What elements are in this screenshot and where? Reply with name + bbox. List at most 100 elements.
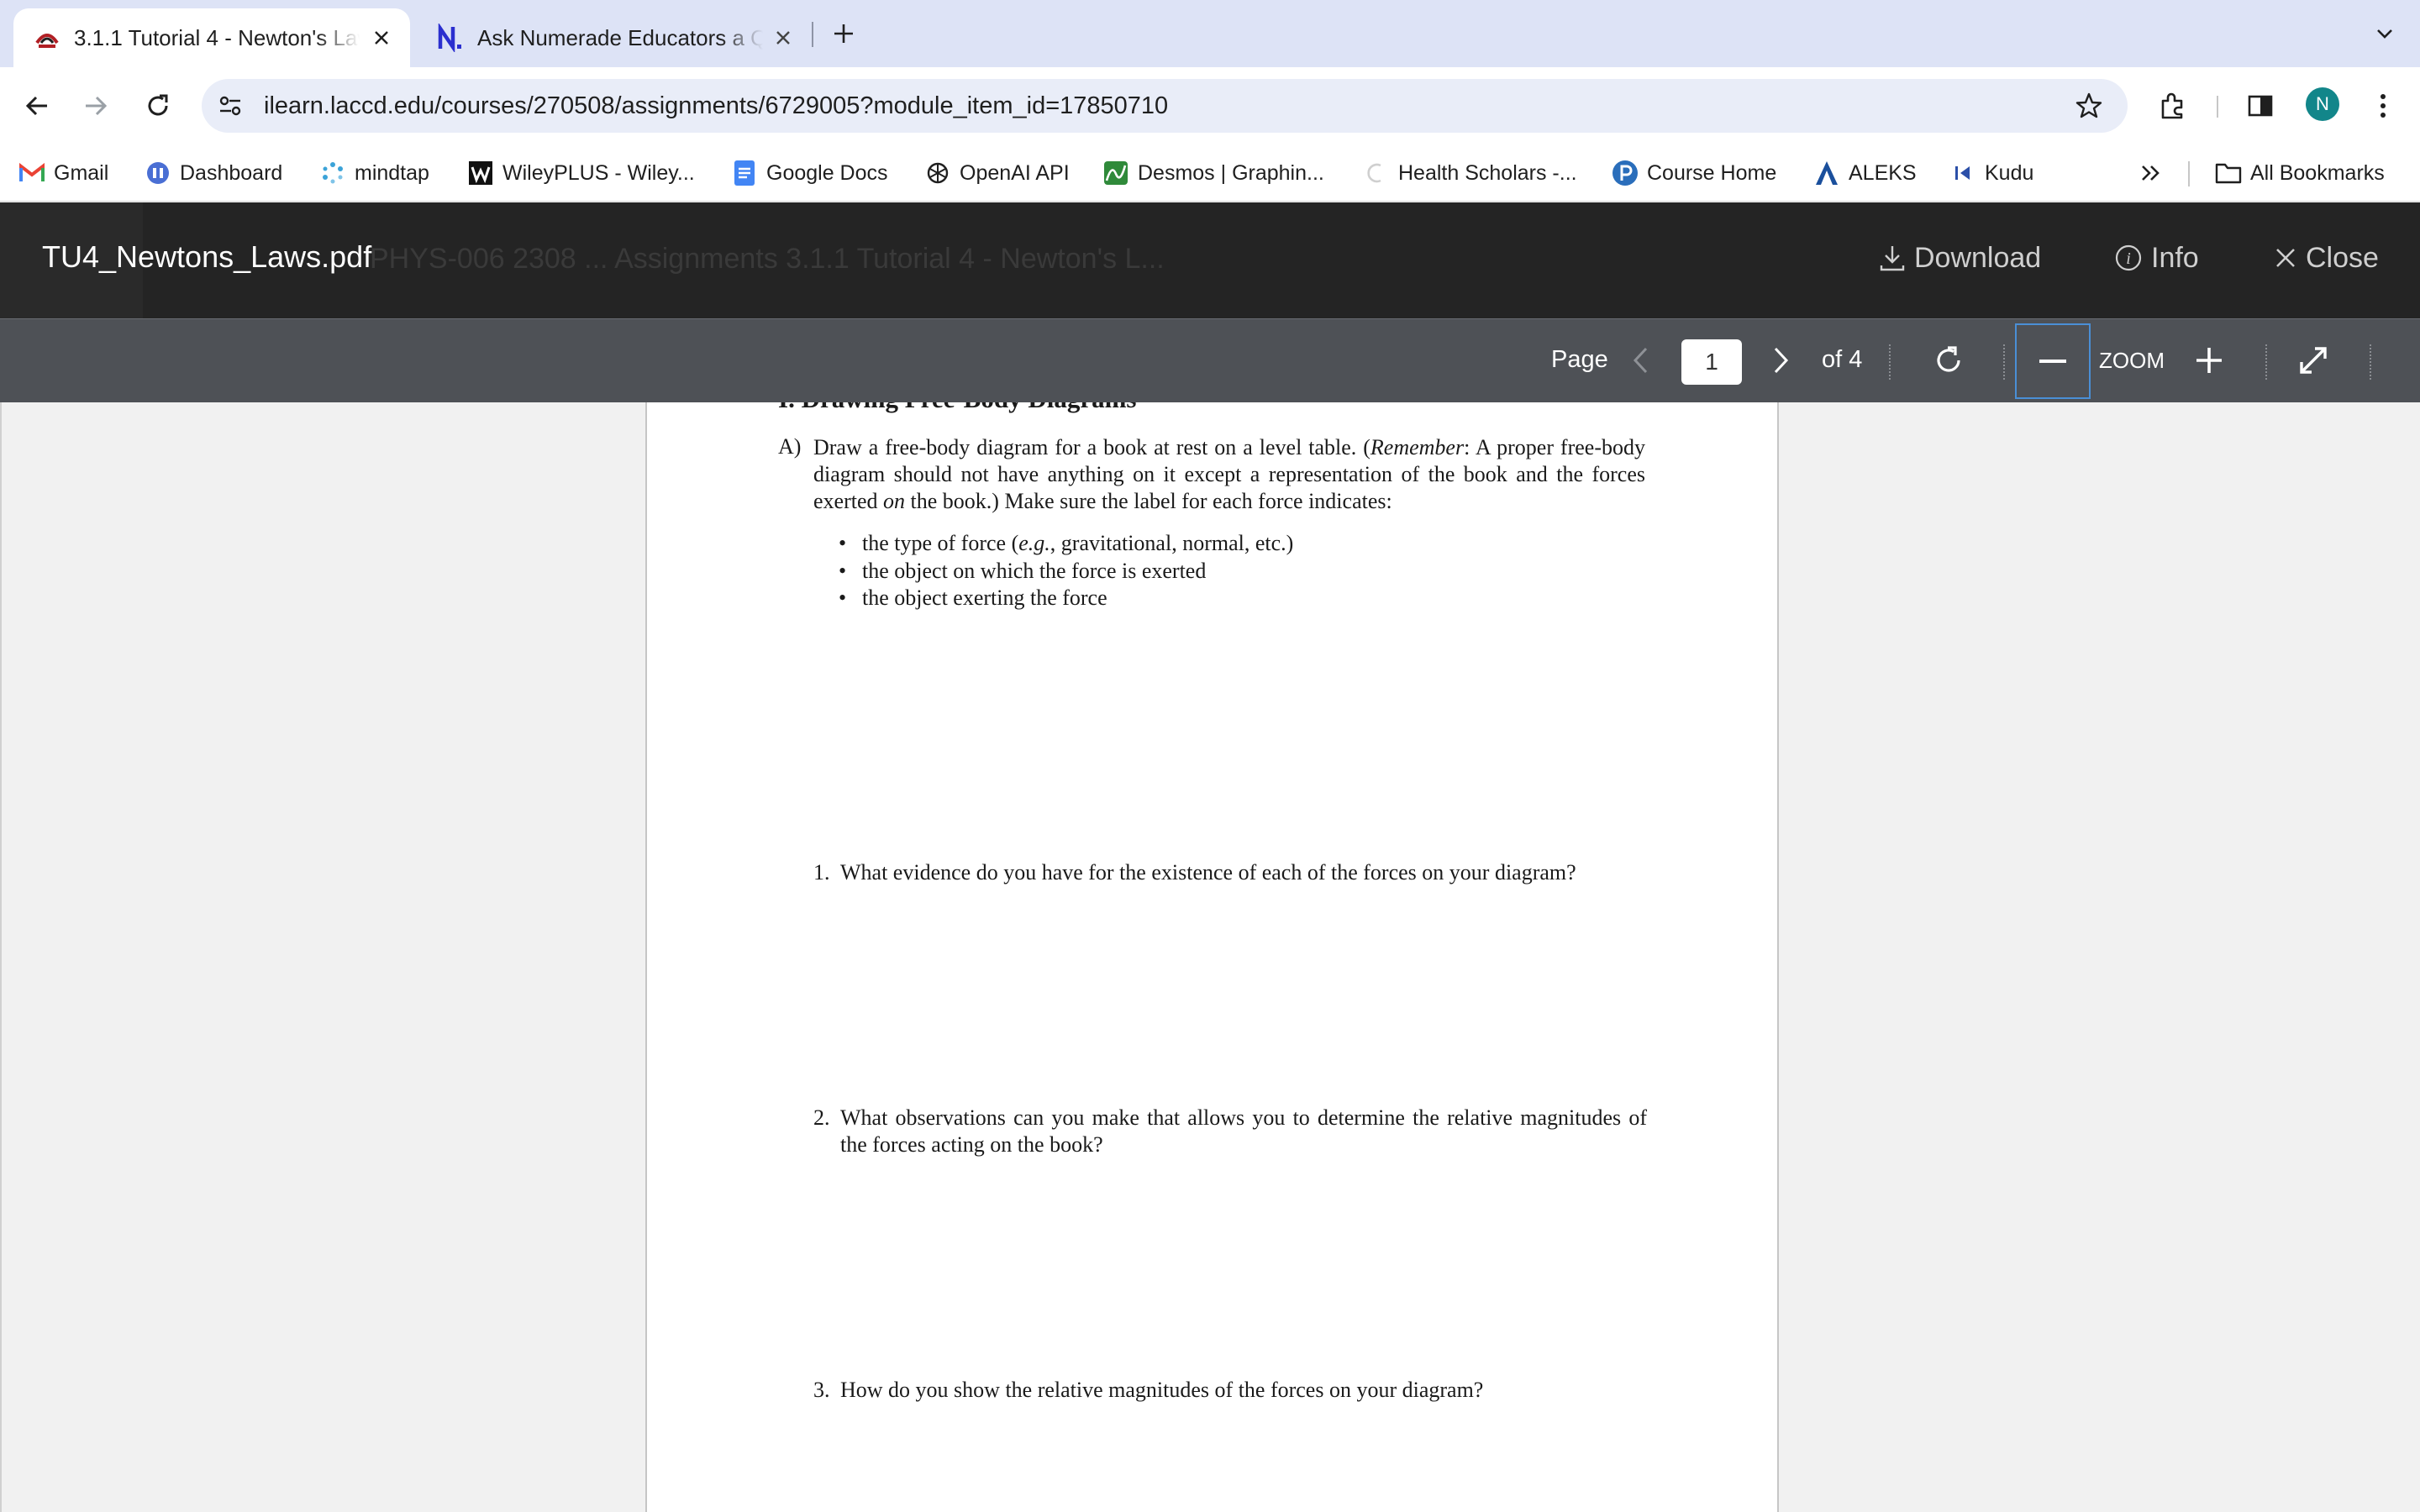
folder-icon	[2215, 160, 2242, 186]
bookmark-gmail[interactable]: Gmail	[18, 158, 108, 188]
numerade-icon	[435, 23, 466, 53]
info-button[interactable]: i Info	[2114, 239, 2199, 276]
forward-button[interactable]	[76, 86, 116, 126]
profile-avatar[interactable]: N	[2306, 87, 2339, 121]
aleks-icon	[1813, 160, 1840, 186]
page-label: Page	[1551, 346, 1608, 373]
bookmark-label: WileyPLUS - Wiley...	[502, 160, 695, 185]
bookmarks-bar: Gmail Dashboard mindtap WileyPLUS - Wile…	[0, 144, 2420, 202]
side-panel-button[interactable]	[2240, 86, 2281, 126]
question-2: 2. What observations can you make that a…	[813, 1105, 1654, 1163]
question-text: What observations can you make that allo…	[840, 1105, 1647, 1157]
bookmark-course-home[interactable]: Course Home	[1612, 158, 1776, 188]
zoom-in-button[interactable]	[2188, 339, 2230, 381]
bookmark-label: mindtap	[355, 160, 429, 185]
tab-title: 3.1.1 Tutorial 4 - Newton's Laws	[74, 24, 360, 50]
next-page-button[interactable]	[1760, 339, 1802, 381]
extensions-button[interactable]	[2153, 86, 2193, 126]
pdf-page: I. Drawing Free-Body Diagrams A) Draw a …	[645, 402, 1779, 1512]
close-preview-button[interactable]: Close	[2274, 239, 2379, 276]
site-settings-icon[interactable]	[215, 91, 245, 121]
background-course-breadcrumb: PHYS-006 2308 ... Assignments 3.1.1 Tuto…	[370, 243, 1165, 275]
close-icon[interactable]	[770, 24, 797, 51]
previous-page-button[interactable]	[1620, 339, 1662, 381]
question-3: 3. How do you show the relative magnitud…	[813, 1377, 1654, 1410]
bookmark-openai-api[interactable]: OpenAI API	[924, 158, 1070, 188]
force-label-requirements: the type of force (e.g., gravitational, …	[839, 530, 1293, 612]
new-tab-button[interactable]	[827, 17, 860, 50]
arrow-left-icon	[25, 96, 47, 116]
all-bookmarks-button[interactable]: All Bookmarks	[2215, 158, 2385, 188]
health-scholars-icon	[1363, 160, 1390, 186]
bookmark-aleks[interactable]: ALEKS	[1813, 158, 1917, 188]
zoom-out-button[interactable]	[2015, 323, 2091, 399]
bookmarks-divider	[2188, 161, 2190, 186]
section-heading: I. Drawing Free-Body Diagrams	[778, 402, 1137, 414]
bookmark-kudu[interactable]: Kudu	[1949, 158, 2033, 188]
wiley-icon	[467, 160, 494, 186]
openai-icon	[924, 160, 951, 186]
tab-canvas-tutorial[interactable]: 3.1.1 Tutorial 4 - Newton's Laws	[13, 8, 410, 67]
tab-title: Ask Numerade Educators a Question	[477, 24, 763, 50]
double-chevron-right-icon	[2142, 165, 2160, 181]
tab-numerade[interactable]: Ask Numerade Educators a Question	[417, 8, 812, 67]
rotate-icon	[1937, 346, 1960, 372]
file-name: TU4_Newtons_Laws.pdf	[42, 239, 372, 274]
bookmark-google-docs[interactable]: Google Docs	[731, 158, 888, 188]
browser-toolbar: ilearn.laccd.edu/courses/270508/assignme…	[0, 67, 2420, 144]
part-a-label: A)	[778, 434, 802, 459]
question-1: 1. What evidence do you have for the exi…	[813, 859, 1654, 893]
part-a-instructions: Draw a free-body diagram for a book at r…	[813, 435, 1645, 513]
toolbar-separator	[1889, 344, 1891, 380]
course-home-icon	[1612, 160, 1639, 186]
viewport-edge	[0, 402, 2, 1512]
zoom-label: ZOOM	[2099, 348, 2165, 373]
info-icon: i	[2115, 244, 2142, 271]
rotate-button[interactable]	[1928, 339, 1970, 381]
bookmark-star-icon[interactable]	[2072, 89, 2106, 123]
all-bookmarks-label: All Bookmarks	[2250, 160, 2385, 185]
bookmark-health-scholars[interactable]: Health Scholars -...	[1363, 158, 1577, 188]
bookmark-desmos[interactable]: Desmos | Graphin...	[1102, 158, 1324, 188]
plus-icon	[2196, 348, 2222, 373]
list-item: the object exerting the force	[839, 585, 1293, 612]
reload-icon	[148, 94, 168, 116]
fullscreen-button[interactable]	[2292, 339, 2334, 381]
chevron-right-icon	[1774, 347, 1789, 374]
tab-divider	[812, 22, 813, 47]
close-label: Close	[2306, 241, 2379, 274]
bookmark-label: Google Docs	[766, 160, 888, 185]
pdf-toolbar: Page of 4 ZOOM	[0, 318, 2420, 402]
canvas-lms-icon	[32, 23, 62, 53]
address-bar[interactable]: ilearn.laccd.edu/courses/270508/assignme…	[202, 79, 2128, 133]
gmail-icon	[18, 160, 45, 186]
page-count: of 4	[1822, 346, 1863, 373]
bookmark-label: Kudu	[1985, 160, 2034, 185]
close-icon[interactable]	[368, 24, 395, 51]
list-item: the type of force (e.g., gravitational, …	[839, 530, 1293, 558]
browser-menu-button[interactable]	[2363, 86, 2403, 126]
page-number-input[interactable]	[1681, 339, 1742, 385]
bookmark-wileyplus[interactable]: WileyPLUS - Wiley...	[467, 158, 695, 188]
download-icon	[1880, 246, 1905, 271]
download-button[interactable]: Download	[1879, 239, 2041, 276]
back-button[interactable]	[17, 86, 57, 126]
bookmark-label: Course Home	[1647, 160, 1777, 185]
toolbar-divider	[2217, 96, 2218, 118]
more-bookmarks-button[interactable]	[2136, 158, 2166, 188]
kudu-icon	[1949, 160, 1976, 186]
toolbar-separator	[2370, 344, 2371, 380]
dashboard-icon	[145, 160, 171, 186]
kebab-menu-icon	[2381, 94, 2386, 118]
plus-icon	[834, 24, 853, 43]
bookmark-label: OpenAI API	[960, 160, 1070, 185]
bookmark-dashboard[interactable]: Dashboard	[145, 158, 282, 188]
question-text: How do you show the relative magnitudes …	[840, 1378, 1484, 1402]
reload-button[interactable]	[138, 86, 178, 126]
info-label: Info	[2151, 241, 2199, 274]
toolbar-separator	[2003, 344, 2005, 380]
url-text[interactable]: ilearn.laccd.edu/courses/270508/assignme…	[264, 92, 1168, 120]
tab-search-button[interactable]	[2368, 17, 2402, 50]
arrow-right-icon	[86, 96, 108, 116]
bookmark-mindtap[interactable]: mindtap	[319, 158, 429, 188]
